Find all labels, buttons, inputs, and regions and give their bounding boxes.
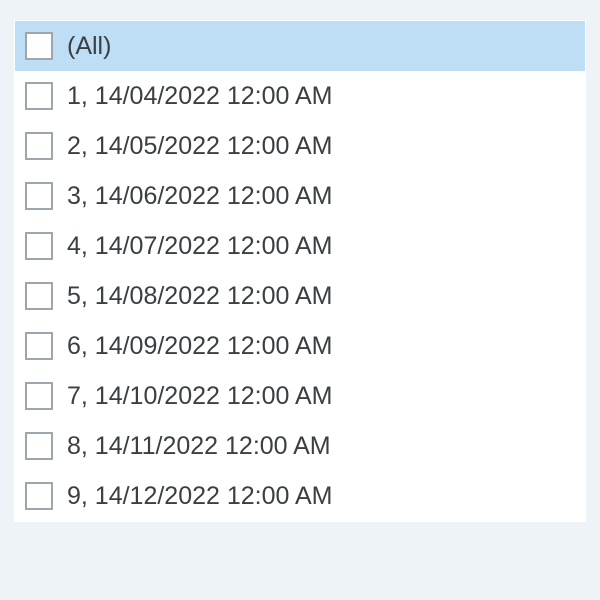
filter-item[interactable]: 1, 14/04/2022 12:00 AM <box>15 71 585 121</box>
filter-item[interactable]: 7, 14/10/2022 12:00 AM <box>15 371 585 421</box>
filter-item-label: 3, 14/06/2022 12:00 AM <box>67 182 333 211</box>
filter-item[interactable]: 6, 14/09/2022 12:00 AM <box>15 321 585 371</box>
filter-item-label: 4, 14/07/2022 12:00 AM <box>67 232 333 261</box>
filter-item[interactable]: 5, 14/08/2022 12:00 AM <box>15 271 585 321</box>
checkbox[interactable] <box>25 482 53 510</box>
checkbox[interactable] <box>25 332 53 360</box>
filter-item-label: 6, 14/09/2022 12:00 AM <box>67 332 333 361</box>
filter-item[interactable]: 4, 14/07/2022 12:00 AM <box>15 221 585 271</box>
filter-item[interactable]: 8, 14/11/2022 12:00 AM <box>15 421 585 471</box>
checkbox-all[interactable] <box>25 32 53 60</box>
filter-item-label: 1, 14/04/2022 12:00 AM <box>67 82 333 111</box>
checkbox[interactable] <box>25 432 53 460</box>
checkbox[interactable] <box>25 282 53 310</box>
filter-item-all[interactable]: (All) <box>15 21 585 71</box>
checkbox[interactable] <box>25 132 53 160</box>
filter-item-label: 5, 14/08/2022 12:00 AM <box>67 282 333 311</box>
checkbox[interactable] <box>25 382 53 410</box>
checkbox[interactable] <box>25 182 53 210</box>
checkbox[interactable] <box>25 82 53 110</box>
filter-item-label: 7, 14/10/2022 12:00 AM <box>67 382 333 411</box>
filter-item-label: 9, 14/12/2022 12:00 AM <box>67 482 333 511</box>
checkbox[interactable] <box>25 232 53 260</box>
filter-item[interactable]: 2, 14/05/2022 12:00 AM <box>15 121 585 171</box>
filter-item-label: 8, 14/11/2022 12:00 AM <box>67 432 331 461</box>
filter-list: (All) 1, 14/04/2022 12:00 AM 2, 14/05/20… <box>14 20 586 522</box>
filter-item[interactable]: 9, 14/12/2022 12:00 AM <box>15 471 585 521</box>
filter-item-label: 2, 14/05/2022 12:00 AM <box>67 132 333 161</box>
filter-item[interactable]: 3, 14/06/2022 12:00 AM <box>15 171 585 221</box>
filter-item-label: (All) <box>67 32 111 61</box>
